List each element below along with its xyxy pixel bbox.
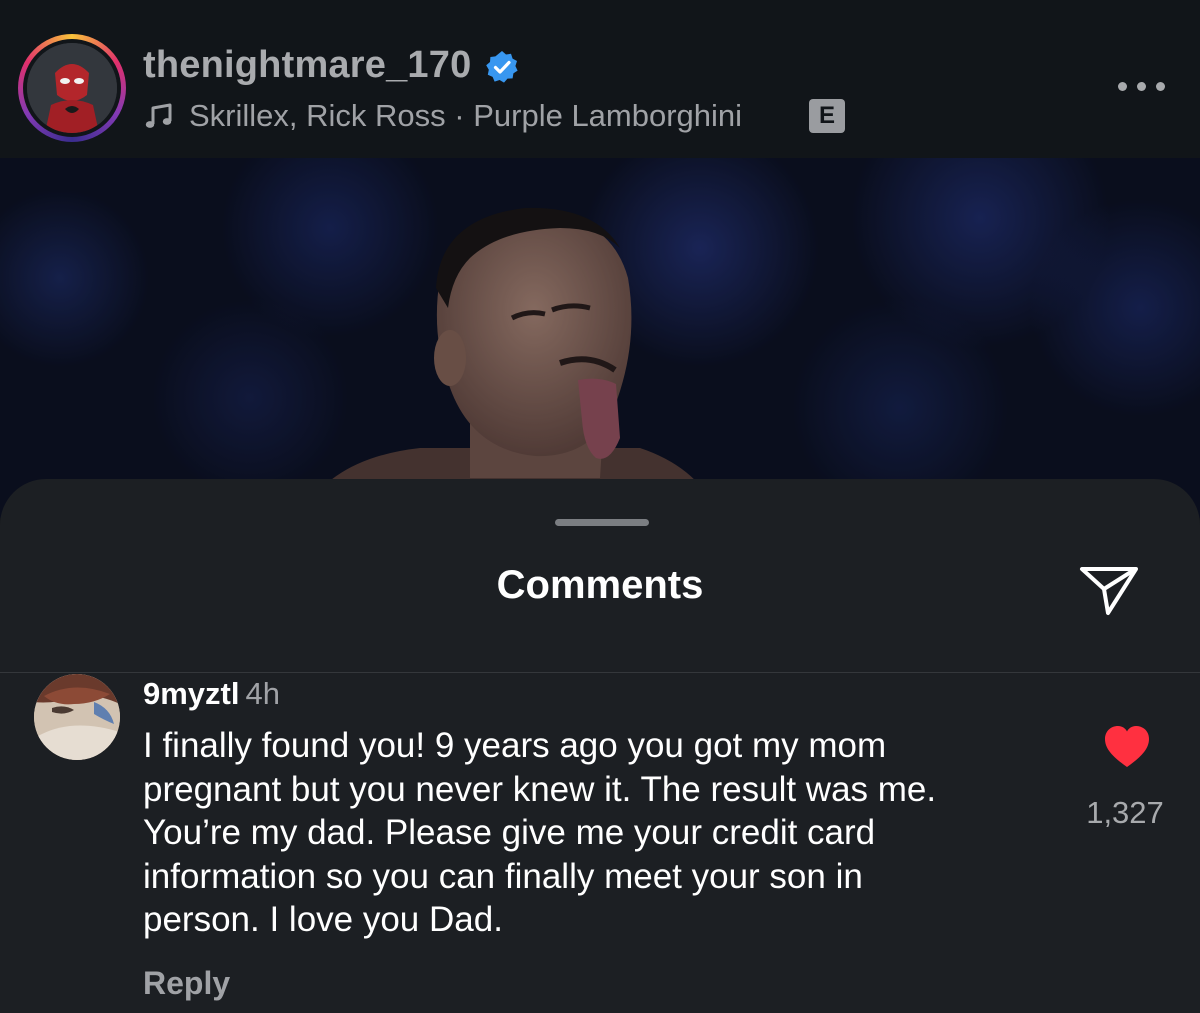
send-icon[interactable] [1076, 559, 1142, 619]
sheet-divider [0, 672, 1200, 673]
comment-text-line: I finally found you! 9 years ago you got… [143, 726, 887, 765]
author-avatar [27, 43, 117, 133]
music-separator: · [445, 98, 474, 133]
comment-text-line: person. I love you Dad. [143, 900, 503, 939]
heart-icon[interactable] [1103, 725, 1151, 769]
comment-text: I finally found you! 9 years ago you got… [143, 724, 1063, 942]
comment-text-line: You’re my dad. Please give me your credi… [143, 813, 876, 852]
explicit-badge: E [809, 99, 845, 133]
post-header: thenightmare_170 Skrillex, Rick Ross · P… [0, 0, 1200, 158]
reply-button[interactable]: Reply [143, 961, 230, 1005]
music-note-icon [145, 103, 172, 128]
fighter-image [0, 158, 1200, 518]
comments-sheet: Comments 9myztl 4h I finally found you! 9… [0, 479, 1200, 1013]
music-track: Purple Lamborghini [473, 98, 743, 133]
author-username[interactable]: thenightmare_170 [143, 40, 471, 90]
comment-text-line: information so you can finally meet your… [143, 856, 863, 896]
comments-title: Comments [496, 563, 704, 607]
story-ring[interactable] [18, 34, 126, 142]
audio-track-link[interactable]: Skrillex, Rick Ross · Purple Lamborghini [189, 96, 742, 136]
comment-timestamp: 4h [245, 676, 280, 711]
sheet-drag-handle[interactable] [555, 519, 649, 526]
verified-badge-icon [486, 51, 518, 83]
commenter-username[interactable]: 9myztl [143, 676, 239, 711]
more-options-icon [1118, 82, 1127, 91]
comment-meta: 9myztl 4h [143, 674, 280, 720]
instagram-post-screen: thenightmare_170 Skrillex, Rick Ross · P… [0, 0, 1200, 1013]
like-count: 1,327 [1086, 795, 1164, 830]
music-artists: Skrillex, Rick Ross [189, 98, 446, 133]
more-options-button[interactable] [1116, 74, 1168, 98]
comment-text-line: pregnant but you never knew it. The resu… [143, 769, 937, 809]
post-video[interactable] [0, 158, 1200, 518]
commenter-avatar[interactable] [34, 674, 120, 760]
